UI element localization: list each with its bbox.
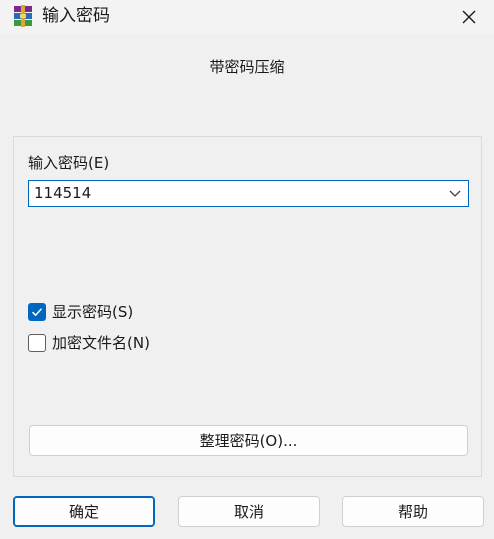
ok-button[interactable]: 确定	[13, 496, 155, 527]
close-icon	[462, 10, 476, 24]
chevron-down-icon[interactable]	[448, 188, 462, 200]
password-label: 输入密码(E)	[28, 154, 110, 172]
dialog-subtitle: 带密码压缩	[209, 58, 285, 76]
show-password-label[interactable]: 显示密码(S)	[52, 303, 133, 321]
cancel-button[interactable]: 取消	[178, 496, 320, 527]
password-input[interactable]: 114514	[34, 184, 91, 203]
encrypt-filenames-checkbox[interactable]: 加密文件名(N)	[28, 332, 150, 354]
check-icon	[31, 308, 43, 317]
window-title: 输入密码	[42, 6, 110, 26]
checkbox-unchecked-icon[interactable]	[28, 334, 46, 352]
close-button[interactable]	[456, 4, 482, 30]
organize-passwords-button[interactable]: 整理密码(O)...	[29, 425, 468, 456]
winrar-icon	[14, 5, 32, 27]
checkbox-checked-icon[interactable]	[28, 303, 46, 321]
password-combo[interactable]: 114514	[28, 180, 469, 207]
encrypt-filenames-label[interactable]: 加密文件名(N)	[52, 334, 150, 352]
title-bar: 输入密码	[0, 0, 494, 34]
help-button[interactable]: 帮助	[342, 496, 484, 527]
show-password-checkbox[interactable]: 显示密码(S)	[28, 301, 133, 323]
